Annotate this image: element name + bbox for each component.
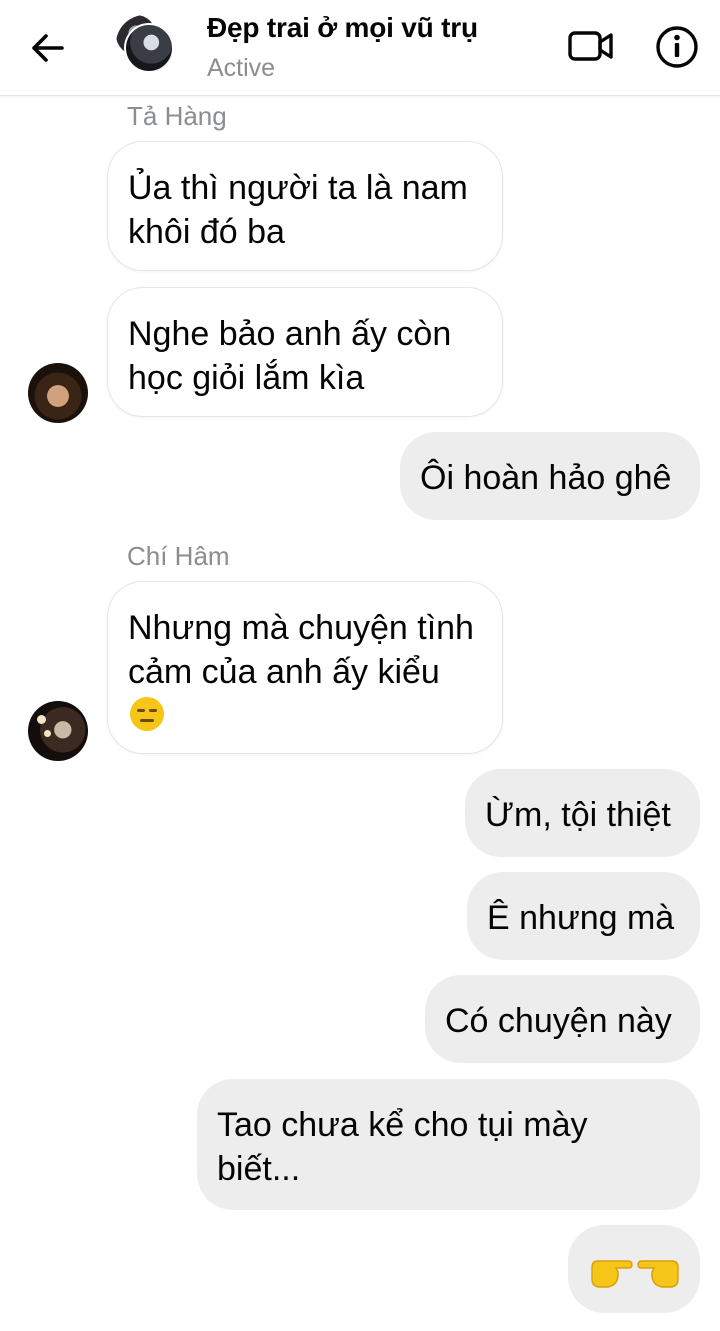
sender-avatar[interactable] [28,363,88,423]
incoming-message[interactable]: Nghe bảo anh ấy còn học giỏi lắm kìa [107,287,503,417]
message-text: Nhưng mà chuyện tình cảm của anh ấy kiểu [128,609,474,691]
info-icon [656,26,698,68]
outgoing-message[interactable]: Ôi hoàn hảo ghê [400,432,700,520]
group-avatar-front [124,23,174,73]
outgoing-message[interactable]: Ê nhưng mà [467,872,700,960]
video-call-button[interactable] [566,24,616,68]
video-camera-icon [568,31,613,61]
back-button[interactable] [26,26,70,70]
conversation-header: Đẹp trai ở mọi vũ trụ Active [0,0,720,96]
arrow-left-icon [32,34,64,62]
pointing-hands-emoji [591,1260,679,1288]
sender-name: Chí Hâm [127,541,230,571]
incoming-message[interactable]: Nhưng mà chuyện tình cảm của anh ấy kiểu [107,581,503,754]
group-avatar[interactable] [116,15,174,73]
sender-avatar[interactable] [28,701,88,761]
outgoing-message[interactable]: Có chuyện này [425,975,700,1063]
expressionless-face-emoji [130,697,164,731]
info-button[interactable] [654,24,700,70]
sender-name: Tả Hàng [127,101,227,131]
conversation-title[interactable]: Đẹp trai ở mọi vũ trụ [207,12,478,44]
outgoing-message[interactable]: Ừm, tội thiệt [465,769,700,857]
active-status: Active [207,54,276,82]
incoming-message[interactable]: Ủa thì người ta là nam khôi đó ba [107,141,503,271]
outgoing-message[interactable]: Tao chưa kể cho tụi mày biết... [197,1079,700,1210]
